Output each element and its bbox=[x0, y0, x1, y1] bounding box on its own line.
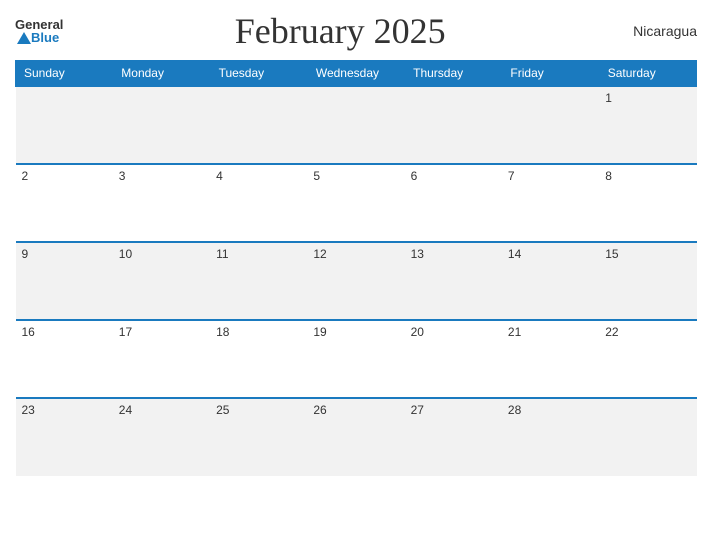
calendar-day-2-4: 13 bbox=[405, 242, 502, 320]
calendar-day-3-5: 21 bbox=[502, 320, 599, 398]
calendar-week-5: 23 24 25 26 27 28 bbox=[16, 398, 697, 476]
country-label: Nicaragua bbox=[617, 23, 697, 39]
col-thursday: Thursday bbox=[405, 61, 502, 87]
calendar-day-4-3: 26 bbox=[307, 398, 404, 476]
calendar-day-3-3: 19 bbox=[307, 320, 404, 398]
calendar-day-0-6: 1 bbox=[599, 86, 696, 164]
calendar-day-4-4: 27 bbox=[405, 398, 502, 476]
calendar-day-0-0 bbox=[16, 86, 113, 164]
calendar-day-2-3: 12 bbox=[307, 242, 404, 320]
calendar-day-3-6: 22 bbox=[599, 320, 696, 398]
calendar-day-0-2 bbox=[210, 86, 307, 164]
calendar-day-0-5 bbox=[502, 86, 599, 164]
col-wednesday: Wednesday bbox=[307, 61, 404, 87]
calendar-day-0-4 bbox=[405, 86, 502, 164]
day-number: 6 bbox=[411, 169, 418, 183]
day-number: 10 bbox=[119, 247, 132, 261]
calendar-week-3: 9 10 11 12 13 14 15 bbox=[16, 242, 697, 320]
calendar-day-3-2: 18 bbox=[210, 320, 307, 398]
day-number: 23 bbox=[22, 403, 35, 417]
day-number: 26 bbox=[313, 403, 326, 417]
calendar-day-2-1: 10 bbox=[113, 242, 210, 320]
day-number: 27 bbox=[411, 403, 424, 417]
day-number: 20 bbox=[411, 325, 424, 339]
calendar-day-4-6 bbox=[599, 398, 696, 476]
calendar-day-2-6: 15 bbox=[599, 242, 696, 320]
day-number: 18 bbox=[216, 325, 229, 339]
calendar-day-0-3 bbox=[307, 86, 404, 164]
calendar-day-1-5: 7 bbox=[502, 164, 599, 242]
calendar-day-4-0: 23 bbox=[16, 398, 113, 476]
day-number: 17 bbox=[119, 325, 132, 339]
day-number: 3 bbox=[119, 169, 126, 183]
col-monday: Monday bbox=[113, 61, 210, 87]
day-number: 12 bbox=[313, 247, 326, 261]
calendar-header: General Blue February 2025 Nicaragua bbox=[15, 10, 697, 52]
calendar-container: General Blue February 2025 Nicaragua Sun… bbox=[0, 0, 712, 550]
day-number: 11 bbox=[216, 247, 228, 261]
day-number: 19 bbox=[313, 325, 326, 339]
month-title: February 2025 bbox=[63, 10, 617, 52]
day-number: 8 bbox=[605, 169, 612, 183]
day-number: 14 bbox=[508, 247, 521, 261]
day-number: 21 bbox=[508, 325, 521, 339]
calendar-day-4-1: 24 bbox=[113, 398, 210, 476]
calendar-day-3-0: 16 bbox=[16, 320, 113, 398]
calendar-day-1-1: 3 bbox=[113, 164, 210, 242]
day-number: 7 bbox=[508, 169, 515, 183]
day-number: 13 bbox=[411, 247, 424, 261]
col-saturday: Saturday bbox=[599, 61, 696, 87]
day-number: 24 bbox=[119, 403, 132, 417]
calendar-day-2-2: 11 bbox=[210, 242, 307, 320]
calendar-grid: Sunday Monday Tuesday Wednesday Thursday… bbox=[15, 60, 697, 476]
day-number: 2 bbox=[22, 169, 29, 183]
calendar-day-1-4: 6 bbox=[405, 164, 502, 242]
col-sunday: Sunday bbox=[16, 61, 113, 87]
day-number: 9 bbox=[22, 247, 29, 261]
calendar-day-4-2: 25 bbox=[210, 398, 307, 476]
col-tuesday: Tuesday bbox=[210, 61, 307, 87]
calendar-day-3-1: 17 bbox=[113, 320, 210, 398]
calendar-day-1-6: 8 bbox=[599, 164, 696, 242]
calendar-header-row: Sunday Monday Tuesday Wednesday Thursday… bbox=[16, 61, 697, 87]
logo: General Blue bbox=[15, 18, 63, 44]
day-number: 15 bbox=[605, 247, 618, 261]
calendar-day-1-3: 5 bbox=[307, 164, 404, 242]
calendar-week-2: 2 3 4 5 6 7 8 bbox=[16, 164, 697, 242]
calendar-week-4: 16 17 18 19 20 21 22 bbox=[16, 320, 697, 398]
calendar-day-1-0: 2 bbox=[16, 164, 113, 242]
day-number: 28 bbox=[508, 403, 521, 417]
calendar-day-1-2: 4 bbox=[210, 164, 307, 242]
calendar-day-2-5: 14 bbox=[502, 242, 599, 320]
calendar-day-3-4: 20 bbox=[405, 320, 502, 398]
day-number: 25 bbox=[216, 403, 229, 417]
day-number: 5 bbox=[313, 169, 320, 183]
calendar-day-4-5: 28 bbox=[502, 398, 599, 476]
col-friday: Friday bbox=[502, 61, 599, 87]
day-number: 1 bbox=[605, 91, 612, 105]
calendar-week-1: 1 bbox=[16, 86, 697, 164]
logo-triangle-icon bbox=[17, 32, 31, 44]
logo-blue-text: Blue bbox=[31, 31, 59, 44]
calendar-day-2-0: 9 bbox=[16, 242, 113, 320]
calendar-day-0-1 bbox=[113, 86, 210, 164]
day-number: 22 bbox=[605, 325, 618, 339]
day-number: 16 bbox=[22, 325, 35, 339]
day-number: 4 bbox=[216, 169, 223, 183]
calendar-body: 1234567891011121314151617181920212223242… bbox=[16, 86, 697, 476]
